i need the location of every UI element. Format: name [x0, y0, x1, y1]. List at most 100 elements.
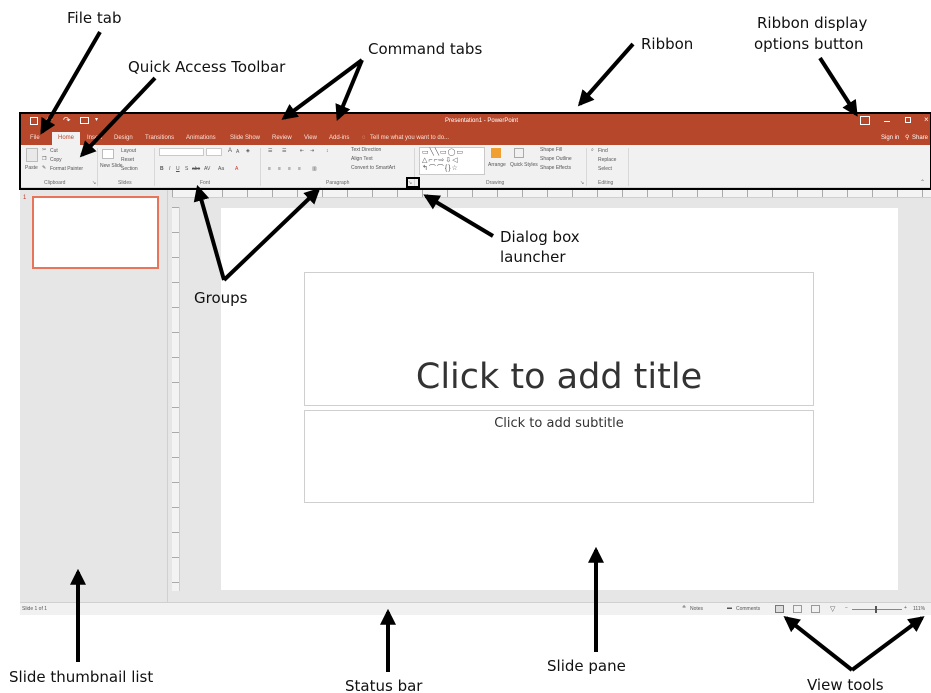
tab-insert[interactable]: Insert: [87, 134, 102, 142]
replace-button[interactable]: Replace: [598, 157, 616, 163]
shapes-gallery-glyphs: ▭╲╲▭◯▭ △⌐⌐⇨⇩◁ ↰⌒⌒{}☆: [422, 149, 465, 172]
title-placeholder[interactable]: Click to add title: [304, 272, 814, 406]
line-spacing-icon[interactable]: ↕: [326, 148, 329, 154]
tab-home[interactable]: Home: [52, 132, 81, 145]
annotation-status-bar: Status bar: [345, 677, 423, 693]
shadow-icon[interactable]: S: [185, 166, 188, 172]
slide-count: Slide 1 of 1: [22, 606, 48, 612]
reading-view-icon[interactable]: [811, 605, 820, 613]
close-icon[interactable]: ×: [924, 115, 929, 124]
normal-view-icon[interactable]: [775, 605, 784, 613]
tab-slide-show[interactable]: Slide Show: [230, 134, 260, 142]
tab-review[interactable]: Review: [272, 134, 292, 142]
tab-add-ins[interactable]: Add-ins: [329, 134, 349, 142]
font-size-box[interactable]: [206, 148, 222, 156]
align-right-icon[interactable]: ≡: [288, 166, 291, 172]
italic-icon[interactable]: I: [169, 166, 170, 172]
text-direction-button[interactable]: Text Direction: [351, 147, 381, 153]
annotation-dialog-launcher-line2: launcher: [500, 248, 566, 266]
arrange-icon[interactable]: [491, 148, 501, 158]
decrease-indent-icon[interactable]: ⇤: [300, 148, 304, 154]
notes-button[interactable]: Notes: [690, 606, 703, 612]
tab-file[interactable]: File: [30, 134, 40, 142]
minimize-icon[interactable]: [884, 121, 890, 122]
tell-me-search[interactable]: Tell me what you want to do...: [370, 134, 449, 142]
layout-button[interactable]: Layout: [121, 148, 136, 154]
ribbon-display-options-button[interactable]: [860, 116, 870, 125]
shape-outline-button[interactable]: Shape Outline: [540, 156, 572, 162]
shape-fill-button[interactable]: Shape Fill: [540, 147, 562, 153]
shrink-font-icon[interactable]: A: [236, 149, 239, 155]
subtitle-placeholder[interactable]: Click to add subtitle: [304, 410, 814, 503]
tab-transitions[interactable]: Transitions: [145, 134, 174, 142]
command-tabs: File Home Insert Design Transitions Anim…: [20, 131, 931, 145]
underline-icon[interactable]: U: [176, 166, 180, 172]
group-label-drawing: Drawing: [486, 180, 505, 186]
section-button[interactable]: Section: [121, 166, 138, 172]
cut-button[interactable]: Cut: [50, 148, 58, 154]
font-name-box[interactable]: [159, 148, 204, 156]
arrow-view-tools-left: [783, 616, 854, 672]
clear-formatting-icon[interactable]: ◈: [246, 148, 250, 154]
slide-thumbnail[interactable]: [32, 196, 159, 269]
bold-icon[interactable]: B: [160, 166, 164, 172]
slide-sorter-icon[interactable]: [793, 605, 802, 613]
drawing-dialog-launcher[interactable]: ↘: [580, 180, 584, 186]
arrow-ribbon: [577, 42, 635, 107]
annotation-dialog-launcher-line1: Dialog box: [500, 228, 580, 246]
shape-effects-button[interactable]: Shape Effects: [540, 165, 571, 171]
align-text-button[interactable]: Align Text: [351, 156, 373, 162]
zoom-slider[interactable]: [852, 609, 902, 610]
comments-button[interactable]: Comments: [736, 606, 760, 612]
format-painter-icon: ✎: [42, 165, 47, 171]
undo-icon[interactable]: ↶: [45, 115, 53, 126]
zoom-slider-handle[interactable]: [875, 606, 877, 613]
redo-icon[interactable]: ↷: [63, 115, 71, 126]
convert-smartart-button[interactable]: Convert to SmartArt: [351, 165, 395, 171]
clipboard-dialog-launcher[interactable]: ↘: [92, 180, 96, 186]
justify-icon[interactable]: ≡: [298, 166, 301, 172]
columns-icon[interactable]: ▥: [312, 166, 317, 172]
copy-button[interactable]: Copy: [50, 157, 62, 163]
quick-styles-button[interactable]: Quick Styles: [510, 162, 538, 168]
bullets-icon[interactable]: ☰: [268, 148, 272, 154]
subtitle-placeholder-text: Click to add subtitle: [494, 416, 624, 431]
slide-show-view-icon[interactable]: ▽: [830, 605, 835, 613]
zoom-out-icon[interactable]: −: [845, 605, 848, 611]
find-button[interactable]: Find: [598, 148, 608, 154]
strikethrough-icon[interactable]: abc: [192, 166, 200, 172]
numbering-icon[interactable]: ☰: [282, 148, 286, 154]
arrange-button[interactable]: Arrange: [488, 162, 506, 168]
paste-button[interactable]: Paste: [25, 165, 38, 171]
window-title: Presentation1 - PowerPoint: [445, 118, 519, 124]
arrow-view-tools-right: [850, 616, 925, 672]
character-spacing-icon[interactable]: AV: [204, 166, 210, 172]
collapse-ribbon-icon[interactable]: ⌃: [920, 179, 925, 186]
font-color-icon[interactable]: A: [235, 166, 238, 172]
tab-view[interactable]: View: [304, 134, 317, 142]
save-icon[interactable]: [30, 117, 38, 125]
maximize-icon[interactable]: [905, 117, 911, 123]
grow-font-icon[interactable]: A: [228, 148, 232, 154]
share-button[interactable]: Share: [912, 134, 928, 142]
sign-in-link[interactable]: Sign in: [881, 134, 899, 142]
zoom-level[interactable]: 111%: [913, 606, 925, 612]
quick-styles-icon[interactable]: [514, 148, 524, 158]
slideshow-start-icon[interactable]: [80, 117, 89, 124]
align-center-icon[interactable]: ≡: [278, 166, 281, 172]
format-painter-button[interactable]: Format Painter: [50, 166, 83, 172]
customize-toolbar-icon[interactable]: ▾: [95, 116, 98, 123]
select-button[interactable]: Select: [598, 166, 612, 172]
increase-indent-icon[interactable]: ⇥: [310, 148, 314, 154]
reset-button[interactable]: Reset: [121, 157, 134, 163]
zoom-in-icon[interactable]: +: [904, 605, 907, 611]
new-slide-button[interactable]: New Slide: [100, 163, 123, 169]
new-slide-icon[interactable]: [102, 149, 114, 159]
align-left-icon[interactable]: ≡: [268, 166, 271, 172]
tab-design[interactable]: Design: [114, 134, 133, 142]
annotation-file-tab: File tab: [67, 9, 122, 27]
tab-animations[interactable]: Animations: [186, 134, 216, 142]
change-case-icon[interactable]: Aa: [218, 166, 224, 172]
paste-icon[interactable]: [26, 148, 38, 162]
group-label-font: Font: [200, 180, 211, 186]
